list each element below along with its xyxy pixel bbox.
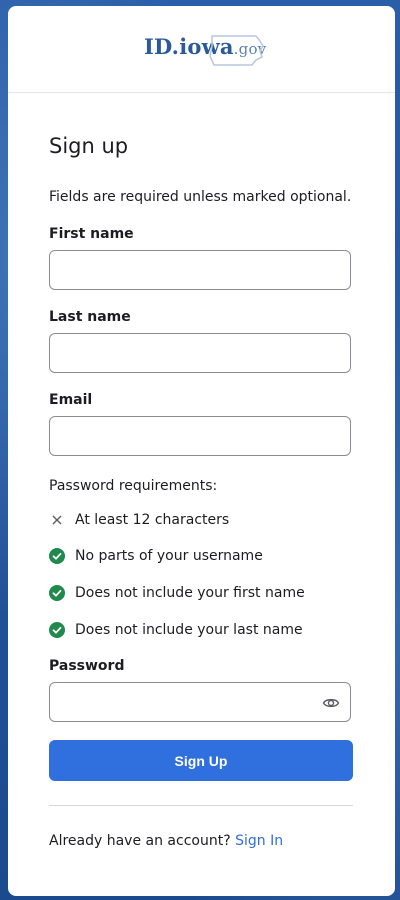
logo-header: ID.iowa.gov [8,6,395,93]
account-prompt-text: Already have an account? [49,833,231,849]
last-name-input[interactable] [49,333,351,373]
sign-up-button[interactable]: Sign Up [49,740,353,781]
check-circle-icon [49,622,65,638]
requirement-item-first-name: Does not include your first name [49,583,305,603]
check-circle-icon [49,585,65,601]
last-name-label: Last name [49,309,131,325]
check-circle-icon [49,548,65,564]
requirement-text: At least 12 characters [75,512,230,528]
x-icon [49,512,65,528]
signup-card: ID.iowa.gov Sign up Fields are required … [8,6,395,896]
page-title: Sign up [49,134,129,158]
requirement-text: No parts of your username [75,548,263,564]
sign-in-prompt: Already have an account? Sign In [49,833,283,849]
show-password-eye-icon[interactable] [322,694,340,712]
password-input[interactable] [50,683,314,723]
email-input[interactable] [49,416,351,456]
password-requirements-heading: Password requirements: [49,478,218,494]
first-name-label: First name [49,226,134,242]
requirement-item-length: At least 12 characters [49,510,229,530]
id-iowa-logo: ID.iowa.gov [144,32,268,66]
requirement-item-username: No parts of your username [49,546,263,566]
password-field [49,682,351,723]
divider [49,805,353,806]
sign-in-link[interactable]: Sign In [235,833,283,849]
required-fields-note: Fields are required unless marked option… [49,189,352,205]
iowa-map-outline-icon [209,35,264,66]
requirement-text: Does not include your last name [75,622,303,638]
email-label: Email [49,392,93,408]
password-label: Password [49,658,125,674]
requirement-text: Does not include your first name [75,585,305,601]
requirement-item-last-name: Does not include your last name [49,620,303,640]
first-name-input[interactable] [49,250,351,290]
